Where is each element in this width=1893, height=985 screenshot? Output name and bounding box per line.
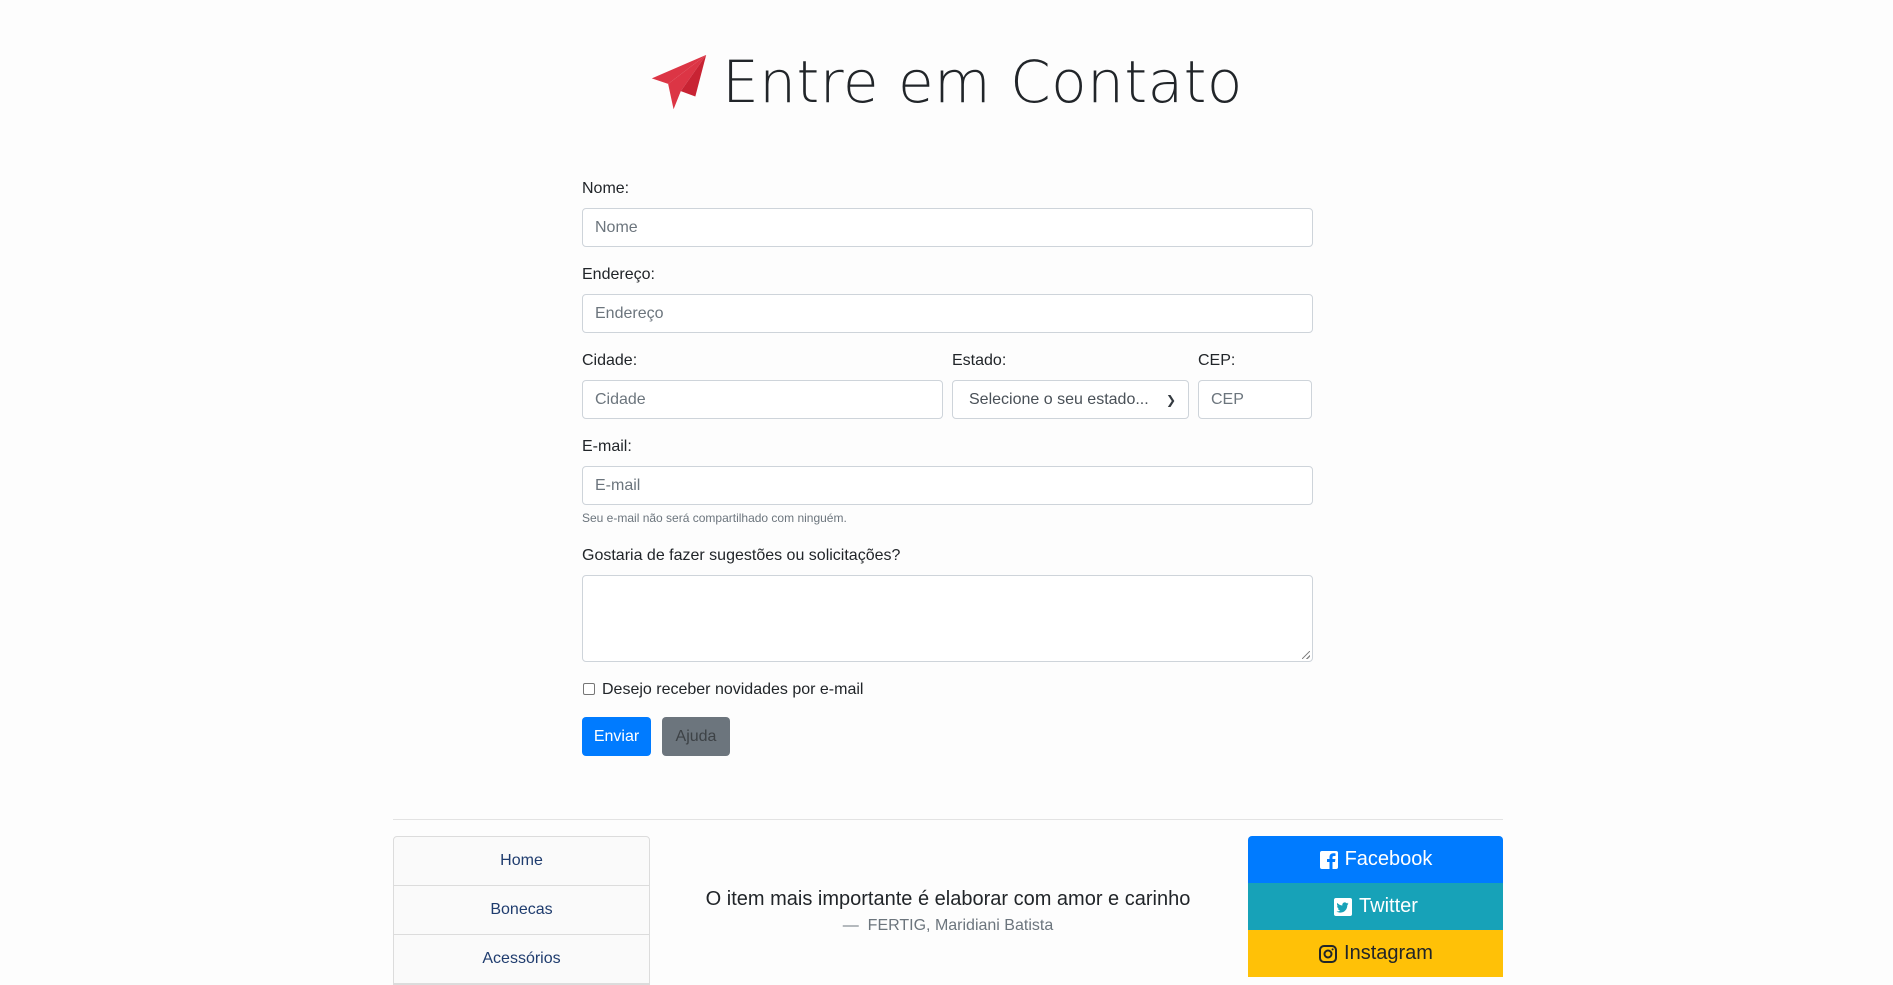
cidade-input[interactable]: Cidade — [582, 380, 943, 419]
newsletter-checkbox[interactable] — [583, 683, 595, 695]
footer-quote: O item mais importante é elaborar com am… — [648, 888, 1248, 935]
footer-nav-bonecas[interactable]: Bonecas — [394, 886, 649, 935]
twitter-icon — [1334, 897, 1353, 916]
sugestoes-label: Gostaria de fazer sugestões ou solicitaç… — [582, 547, 901, 564]
quote-author-line: — FERTIG, Maridiani Batista — [648, 917, 1248, 935]
footer-nav-acessorios[interactable]: Acessórios — [394, 935, 649, 984]
email-input[interactable]: E-mail — [582, 466, 1313, 505]
quote-author: FERTIG, Maridiani Batista — [867, 917, 1054, 934]
quote-dash: — — [842, 917, 868, 934]
footer-nav-home[interactable]: Home — [394, 837, 649, 886]
instagram-label: Instagram — [1344, 942, 1433, 964]
estado-select[interactable]: Selecione o seu estado... ❯ — [952, 380, 1189, 419]
nome-placeholder: Nome — [595, 218, 638, 236]
instagram-icon — [1319, 944, 1338, 963]
twitter-label: Twitter — [1359, 895, 1418, 917]
page-title: Entre em Contato — [722, 48, 1243, 116]
page-header: Entre em Contato — [0, 48, 1893, 116]
nome-input[interactable]: Nome — [582, 208, 1313, 247]
cidade-placeholder: Cidade — [595, 390, 646, 408]
instagram-button[interactable]: Instagram — [1248, 930, 1503, 977]
facebook-label: Facebook — [1344, 848, 1433, 870]
cep-placeholder: CEP — [1211, 390, 1244, 408]
submit-button-label: Enviar — [593, 727, 640, 745]
quote-text: O item mais importante é elaborar com am… — [705, 888, 1191, 910]
cep-label: CEP: — [1198, 352, 1236, 369]
twitter-button[interactable]: Twitter — [1248, 883, 1503, 930]
endereco-label: Endereço: — [582, 266, 655, 283]
email-placeholder: E-mail — [595, 476, 641, 494]
nome-label: Nome: — [582, 180, 630, 197]
footer-nav: Home Bonecas Acessórios — [393, 836, 650, 985]
facebook-button[interactable]: Facebook — [1248, 836, 1503, 883]
email-help-text: Seu e-mail não será compartilhado com ni… — [582, 511, 847, 525]
paper-plane-icon — [651, 54, 707, 110]
endereco-input[interactable]: Endereço — [582, 294, 1313, 333]
newsletter-label: Desejo receber novidades por e-mail — [602, 681, 864, 698]
resize-handle-icon[interactable] — [1302, 651, 1310, 659]
submit-button[interactable]: Enviar — [582, 717, 651, 756]
cep-input[interactable]: CEP — [1198, 380, 1312, 419]
facebook-icon — [1319, 850, 1338, 869]
chevron-down-icon: ❯ — [1165, 392, 1176, 407]
sugestoes-textarea[interactable] — [582, 575, 1313, 662]
email-label: E-mail: — [582, 438, 632, 455]
help-button-label: Ajuda — [675, 727, 717, 745]
estado-label: Estado: — [952, 352, 1007, 369]
estado-selected: Selecione o seu estado... — [969, 390, 1149, 408]
help-button[interactable]: Ajuda — [662, 717, 730, 756]
endereco-placeholder: Endereço — [595, 304, 664, 322]
footer-divider — [393, 819, 1503, 820]
cidade-label: Cidade: — [582, 352, 638, 369]
